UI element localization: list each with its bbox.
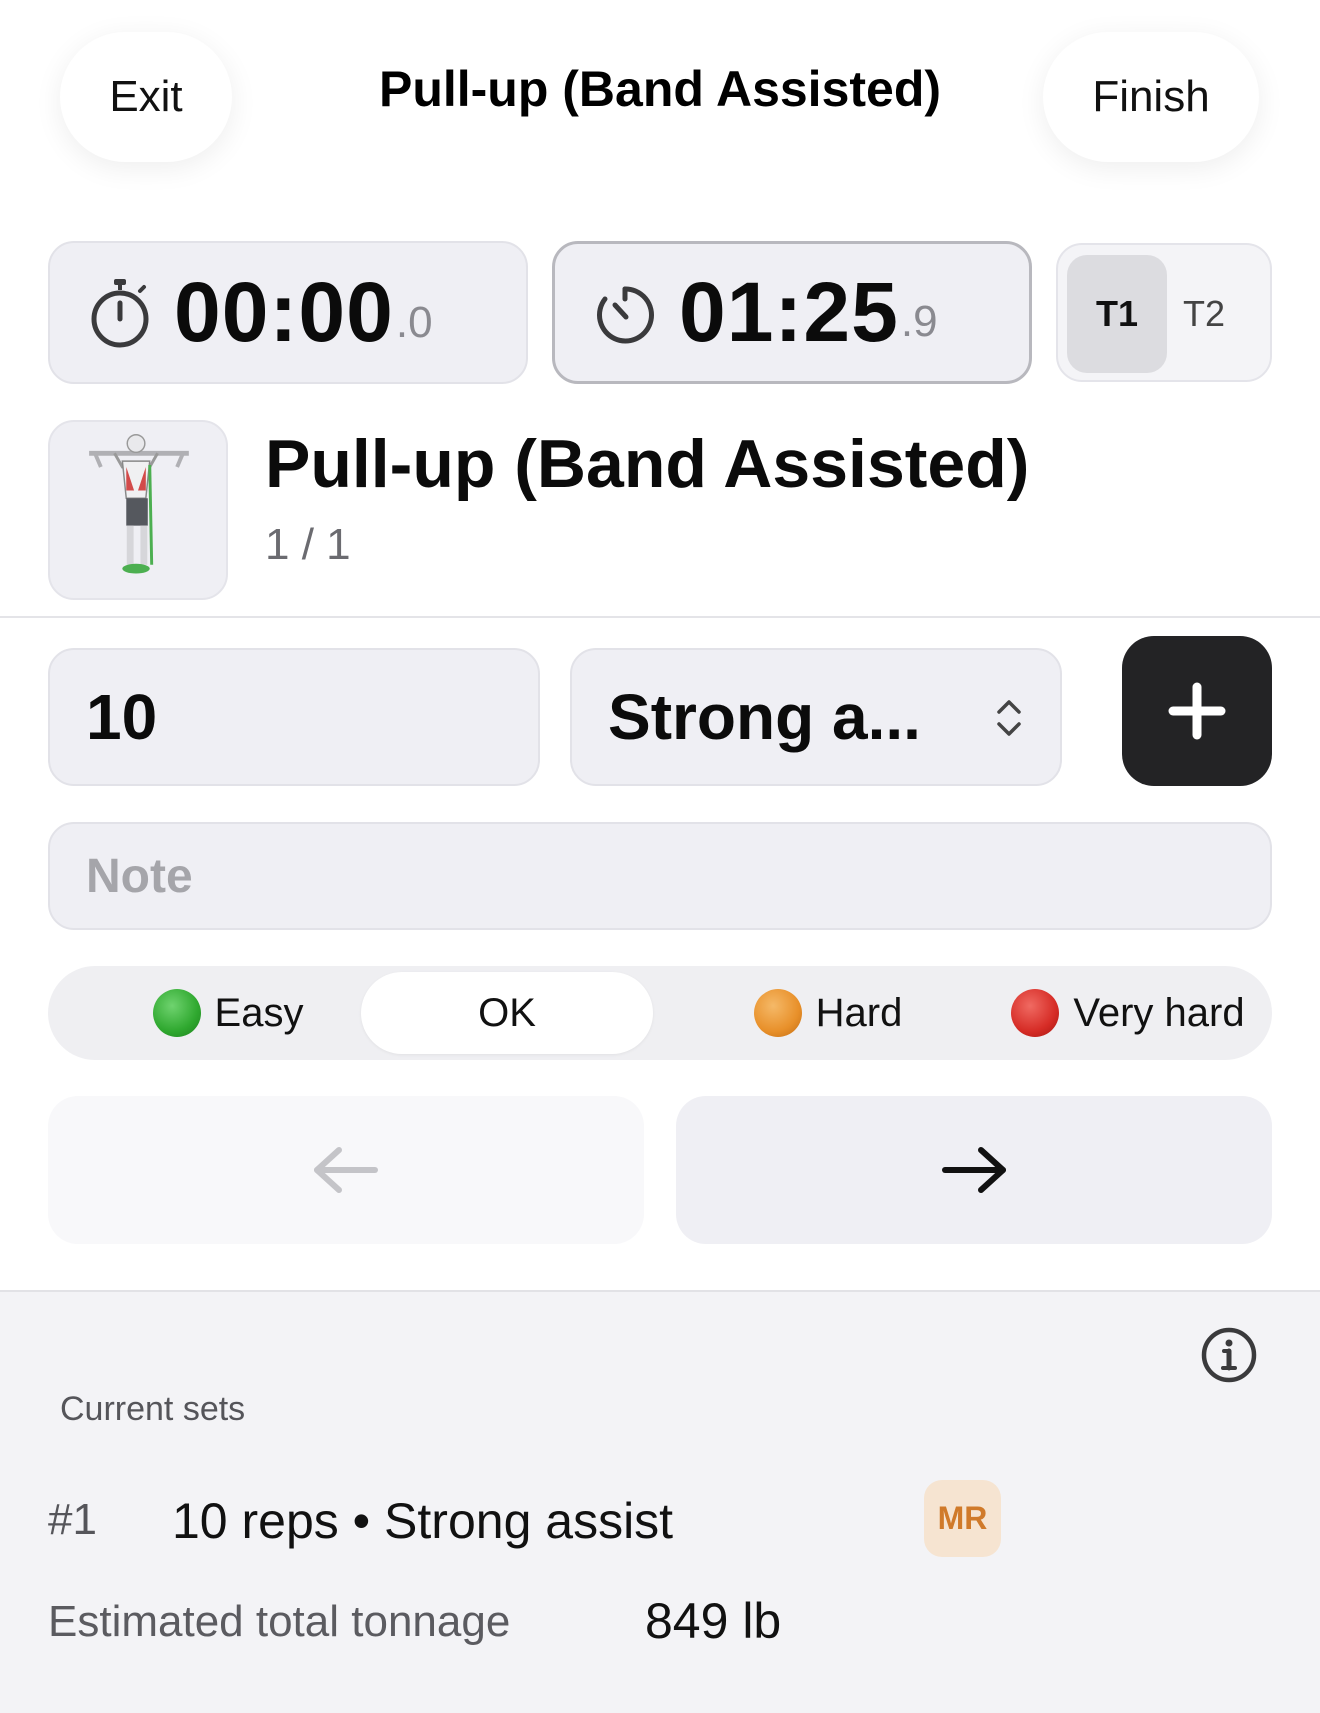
exit-button[interactable]: Exit (60, 32, 232, 162)
next-set-button[interactable] (676, 1096, 1272, 1244)
divider (0, 616, 1320, 618)
section-title: Current sets (60, 1390, 246, 1428)
reps-value: 10 (86, 681, 158, 753)
avatar: MR (924, 1480, 1001, 1557)
stopwatch-timer[interactable]: 00:00 .0 (48, 241, 528, 384)
arrow-right-icon (942, 1147, 1006, 1193)
countdown-timer-icon (597, 285, 654, 343)
assist-select[interactable]: Strong a... (570, 648, 1062, 786)
green-dot-icon (152, 989, 201, 1037)
set-description[interactable]: 10 reps • Strong assist (172, 1492, 673, 1550)
tab-t1[interactable]: T1 (1067, 255, 1167, 373)
difficulty-label: Easy (214, 990, 304, 1035)
pull-up-illustration-icon (89, 433, 189, 574)
stopwatch-fraction: .0 (395, 298, 433, 347)
timer-selector: T1 T2 (1056, 243, 1272, 382)
countdown-timer[interactable]: 01:25 .9 (552, 241, 1032, 384)
tonnage-label: Estimated total tonnage (48, 1597, 511, 1646)
stopwatch-icon (91, 278, 149, 347)
tab-t2[interactable]: T2 (1154, 255, 1254, 373)
finish-button[interactable]: Finish (1043, 32, 1259, 162)
arrow-left-icon (314, 1147, 378, 1193)
chevron-updown-icon (997, 700, 1021, 736)
exercise-name: Pull-up (Band Assisted) (265, 426, 1030, 502)
info-icon[interactable] (1200, 1326, 1258, 1384)
plus-icon (1168, 682, 1226, 740)
exit-label: Exit (109, 72, 183, 121)
previous-set-button[interactable] (48, 1096, 644, 1244)
difficulty-easy[interactable]: Easy (118, 972, 338, 1054)
stopwatch-value: 00:00 (174, 265, 394, 359)
exercise-thumbnail[interactable] (48, 420, 228, 600)
difficulty-ok[interactable]: OK (361, 972, 653, 1054)
tonnage-value: 849 lb (645, 1593, 782, 1649)
set-number: #1 (48, 1495, 97, 1544)
finish-label: Finish (1092, 72, 1210, 121)
difficulty-selector: Easy OK Hard Very hard (48, 966, 1272, 1060)
page-title: Pull-up (Band Assisted) (378, 61, 942, 117)
countdown-value: 01:25 (679, 265, 899, 359)
difficulty-hard[interactable]: Hard (728, 972, 928, 1054)
orange-dot-icon (753, 989, 802, 1037)
note-input[interactable] (48, 822, 1272, 930)
difficulty-label: OK (478, 990, 536, 1035)
reps-input[interactable]: 10 (48, 648, 540, 786)
add-set-button[interactable] (1122, 636, 1272, 786)
countdown-fraction: .9 (900, 297, 938, 346)
red-dot-icon (1011, 989, 1060, 1037)
exercise-counter: 1 / 1 (265, 520, 351, 569)
assist-value: Strong a... (608, 681, 921, 753)
difficulty-label: Very hard (1073, 990, 1245, 1035)
difficulty-label: Hard (815, 990, 903, 1035)
difficulty-very-hard[interactable]: Very hard (988, 972, 1268, 1054)
